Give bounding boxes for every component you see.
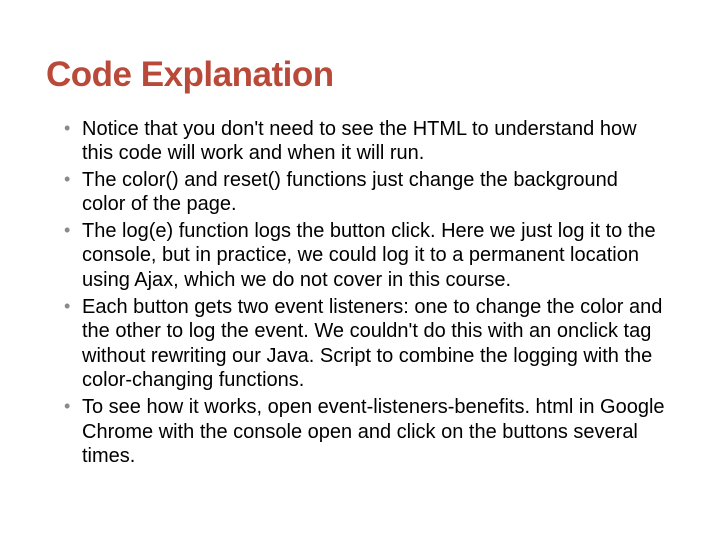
list-item: The color() and reset() functions just c… — [64, 168, 666, 217]
list-item: To see how it works, open event-listener… — [64, 395, 666, 469]
bullet-list: Notice that you don't need to see the HT… — [46, 117, 674, 469]
list-item: Each button gets two event listeners: on… — [64, 295, 666, 393]
list-item: The log(e) function logs the button clic… — [64, 219, 666, 293]
slide-title: Code Explanation — [46, 56, 674, 95]
list-item: Notice that you don't need to see the HT… — [64, 117, 666, 166]
slide: Code Explanation Notice that you don't n… — [0, 0, 720, 540]
